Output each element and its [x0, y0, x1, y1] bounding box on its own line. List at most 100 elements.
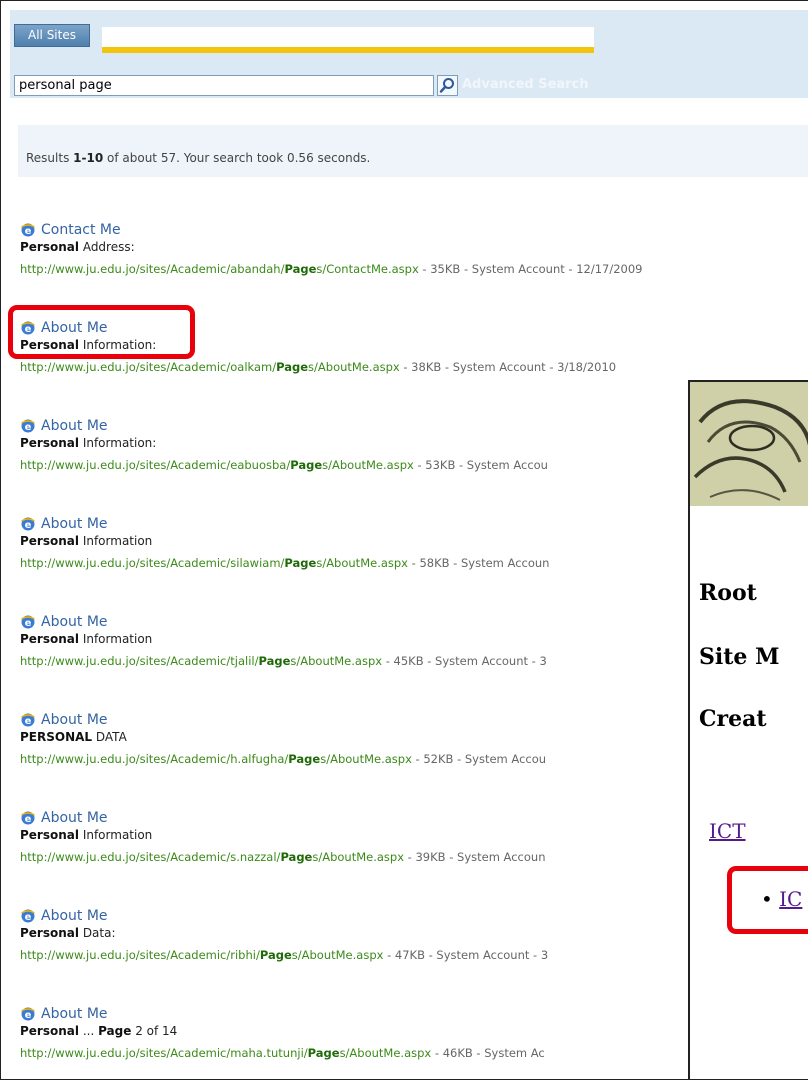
- url-post: s/AboutMe.aspx: [291, 948, 384, 962]
- svg-text:e: e: [25, 618, 32, 629]
- svg-text:e: e: [25, 422, 32, 433]
- sketch-drawing: [690, 382, 808, 506]
- summary-range: 1-10: [73, 151, 104, 165]
- result-url[interactable]: http://www.ju.edu.jo/sites/Academic/s.na…: [20, 850, 710, 864]
- result-title-link[interactable]: About Me: [41, 1006, 108, 1022]
- result-item: e About Me Personal Information http://ww…: [20, 515, 710, 570]
- result-title-link[interactable]: About Me: [41, 516, 108, 532]
- result-title-link[interactable]: About Me: [41, 810, 108, 826]
- browser-frame: All Sites Advanced Search Results 1-10 o…: [0, 0, 808, 1080]
- result-meta: - 39KB - System Accoun: [404, 850, 546, 864]
- result-meta: - 45KB - System Account - 3: [382, 654, 547, 668]
- url-bold: Page: [280, 850, 313, 864]
- overlay-heading-root: Root: [699, 580, 757, 606]
- desc-bold: Personal: [20, 828, 79, 842]
- url-post: s/AboutMe.aspx: [312, 850, 405, 864]
- search-input[interactable]: [14, 75, 434, 96]
- ie-page-icon: e: [21, 223, 35, 237]
- overlay-heading-created: Creat: [699, 706, 767, 732]
- desc-rest: ...: [79, 1024, 99, 1038]
- url-post: s/AboutMe.aspx: [316, 556, 408, 570]
- result-title-link[interactable]: About Me: [41, 712, 108, 728]
- desc-rest: DATA: [92, 730, 127, 744]
- desc-rest: Information:: [79, 436, 157, 450]
- url-bold: Page: [307, 1046, 340, 1060]
- overlay-page-window: Root Site M Creat ICT: [688, 380, 808, 1079]
- result-title-link[interactable]: Contact Me: [41, 222, 121, 238]
- search-go-button[interactable]: [437, 75, 458, 96]
- url-bold: Page: [259, 948, 292, 962]
- desc-bold: Personal: [20, 436, 79, 450]
- url-pre: http://www.ju.edu.jo/sites/Academic/h.al…: [20, 752, 289, 766]
- result-description: Personal Information: [20, 632, 710, 648]
- result-url[interactable]: http://www.ju.edu.jo/sites/Academic/aban…: [20, 262, 710, 276]
- sketch-image: [690, 382, 808, 506]
- ie-page-icon: e: [21, 419, 35, 433]
- ie-page-icon: e: [21, 909, 35, 923]
- url-bold: Page: [276, 360, 309, 374]
- result-meta: - 38KB - System Account - 3/18/2010: [399, 360, 617, 374]
- desc-bold: Personal: [20, 534, 79, 548]
- result-url[interactable]: http://www.ju.edu.jo/sites/Academic/h.al…: [20, 752, 710, 766]
- summary-suffix: of about 57. Your search took 0.56 secon…: [103, 151, 371, 165]
- result-description: Personal Address:: [20, 240, 710, 256]
- result-url[interactable]: http://www.ju.edu.jo/sites/Academic/oalk…: [20, 360, 710, 374]
- url-pre: http://www.ju.edu.jo/sites/Academic/s.na…: [20, 850, 281, 864]
- advanced-search-link[interactable]: Advanced Search: [462, 77, 589, 92]
- result-item: e About Me Personal Information: http://w…: [20, 417, 710, 472]
- result-item: e About Me Personal ... Page 2 of 14 http…: [20, 1005, 710, 1060]
- result-item: e About Me Personal Information http://ww…: [20, 613, 710, 668]
- desc-bold: Personal: [20, 1024, 79, 1038]
- ie-page-icon: e: [21, 811, 35, 825]
- url-pre: http://www.ju.edu.jo/sites/Academic/sila…: [20, 556, 285, 570]
- summary-prefix: Results: [26, 151, 74, 165]
- result-item: e About Me PERSONAL DATA http://www.ju.ed…: [20, 711, 710, 766]
- desc-rest: Information: [79, 534, 153, 548]
- ie-page-icon: e: [21, 713, 35, 727]
- url-bold: Page: [290, 458, 323, 472]
- overlay-ict-link-text[interactable]: ICT: [709, 819, 746, 843]
- result-description: Personal Information: [20, 828, 710, 844]
- desc-rest: Information: [79, 828, 153, 842]
- desc-rest: Information: [79, 632, 153, 646]
- svg-text:e: e: [25, 226, 32, 237]
- url-bold: Page: [284, 556, 317, 570]
- results-summary: Results 1-10 of about 57. Your search to…: [26, 151, 370, 165]
- url-bold: Page: [284, 262, 317, 276]
- desc-bold: Personal: [20, 240, 79, 254]
- ie-page-icon: e: [21, 615, 35, 629]
- result-title-link[interactable]: About Me: [41, 908, 108, 924]
- result-url[interactable]: http://www.ju.edu.jo/sites/Academic/sila…: [20, 556, 710, 570]
- url-bold: Page: [258, 654, 291, 668]
- url-pre: http://www.ju.edu.jo/sites/Academic/aban…: [20, 262, 285, 276]
- url-pre: http://www.ju.edu.jo/sites/Academic/oalk…: [20, 360, 277, 374]
- url-pre: http://www.ju.edu.jo/sites/Academic/maha…: [20, 1046, 308, 1060]
- desc-rest: Address:: [79, 240, 135, 254]
- result-title-link[interactable]: About Me: [41, 614, 108, 630]
- desc-bold: PERSONAL: [20, 730, 93, 744]
- result-url[interactable]: http://www.ju.edu.jo/sites/Academic/eabu…: [20, 458, 710, 472]
- desc-bold: Personal: [20, 632, 79, 646]
- result-description: Personal Data:: [20, 926, 710, 942]
- result-url[interactable]: http://www.ju.edu.jo/sites/Academic/tjal…: [20, 654, 710, 668]
- result-url[interactable]: http://www.ju.edu.jo/sites/Academic/ribh…: [20, 948, 710, 962]
- desc-rest-page: 2 of 14: [131, 1024, 178, 1038]
- url-post: s/ContactMe.aspx: [316, 262, 419, 276]
- svg-text:e: e: [25, 1010, 32, 1021]
- result-description: Personal ... Page 2 of 14: [20, 1024, 710, 1040]
- svg-text:e: e: [25, 520, 32, 531]
- result-description: Personal Information:: [20, 436, 710, 452]
- result-meta: - 58KB - System Accoun: [408, 556, 550, 570]
- result-meta: - 53KB - System Accou: [413, 458, 548, 472]
- result-item: e About Me Personal Information http://ww…: [20, 809, 710, 864]
- ie-page-icon: e: [21, 1007, 35, 1021]
- scope-tab-all-sites[interactable]: All Sites: [14, 24, 90, 47]
- url-bold: Page: [288, 752, 321, 766]
- result-url[interactable]: http://www.ju.edu.jo/sites/Academic/maha…: [20, 1046, 710, 1060]
- svg-text:e: e: [25, 912, 32, 923]
- search-icon: [439, 78, 454, 93]
- url-post: s/AboutMe.aspx: [339, 1046, 432, 1060]
- svg-text:e: e: [25, 716, 32, 727]
- result-title-link[interactable]: About Me: [41, 418, 108, 434]
- result-description: Personal Information: [20, 534, 710, 550]
